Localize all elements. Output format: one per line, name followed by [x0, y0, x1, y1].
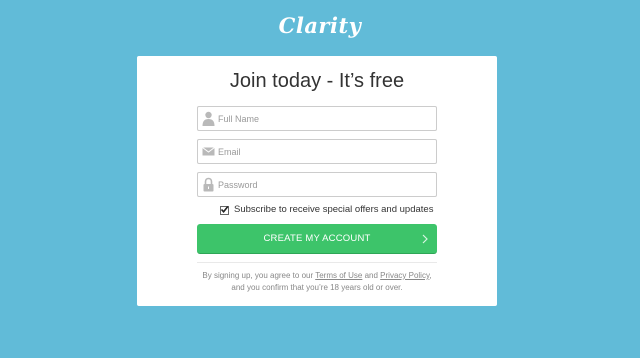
subscribe-label: Subscribe to receive special offers and …: [234, 204, 434, 215]
full-name-field[interactable]: [197, 106, 437, 131]
divider: [197, 262, 437, 263]
user-icon: [202, 111, 215, 126]
privacy-policy-link[interactable]: Privacy Policy: [380, 271, 429, 280]
legal-notice: By signing up, you agree to our Terms of…: [137, 270, 497, 294]
terms-of-use-link[interactable]: Terms of Use: [315, 271, 362, 280]
envelope-icon: [202, 144, 215, 159]
email-field[interactable]: [197, 139, 437, 164]
create-account-label: CREATE MY ACCOUNT: [263, 233, 371, 244]
legal-age-confirmation: and you confirm that you’re 18 years old…: [231, 283, 403, 292]
email-input[interactable]: [218, 140, 432, 163]
password-input[interactable]: [218, 173, 432, 196]
signup-card: Join today - It’s free Full Name Email S…: [137, 56, 497, 306]
full-name-input[interactable]: [218, 107, 432, 130]
chevron-right-icon: [422, 234, 428, 244]
legal-suffix: ,: [429, 271, 432, 280]
create-account-button[interactable]: CREATE MY ACCOUNT: [197, 224, 437, 254]
password-field[interactable]: [197, 172, 437, 197]
legal-prefix: By signing up, you agree to our: [202, 271, 314, 280]
checkmark-icon: [220, 205, 229, 213]
clarity-logo: Clarity: [278, 13, 362, 38]
page-title: Join today - It’s free: [229, 70, 405, 92]
subscribe-checkbox[interactable]: [220, 205, 229, 215]
subscribe-option[interactable]: Subscribe to receive special offers and …: [220, 203, 433, 217]
legal-and: and: [364, 271, 378, 280]
lock-icon: [202, 177, 215, 192]
